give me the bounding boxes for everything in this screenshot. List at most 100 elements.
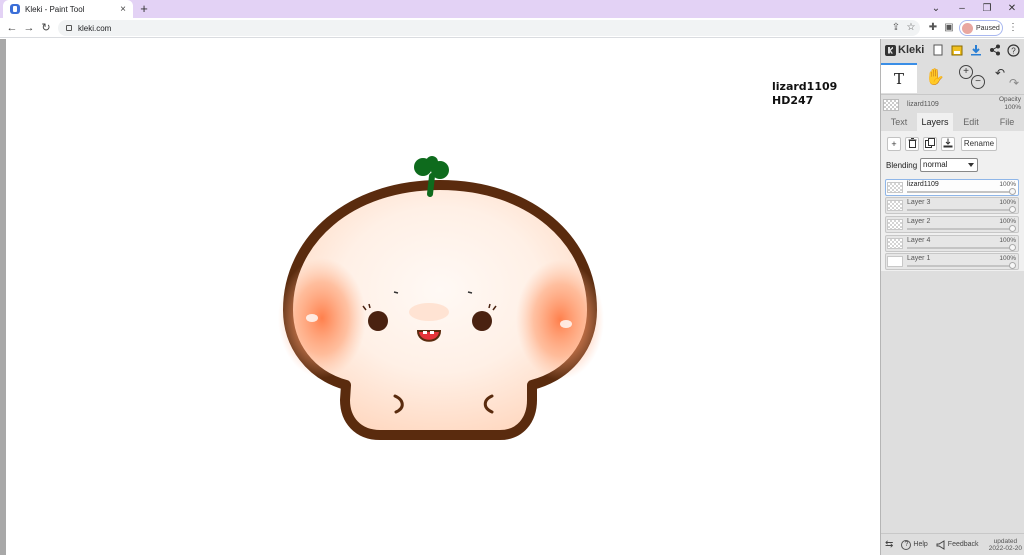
reload-button[interactable]: ↻ — [38, 20, 54, 36]
layer-item[interactable]: Layer 2 100% — [885, 216, 1019, 233]
layer-item[interactable]: Layer 4 100% — [885, 235, 1019, 252]
layer-name: Layer 4 — [907, 237, 931, 244]
delete-layer-button[interactable] — [905, 137, 919, 151]
svg-text:?: ? — [1011, 46, 1016, 55]
layer-opacity: 100% — [999, 255, 1016, 262]
swap-panel-side-icon[interactable]: ⇆ — [885, 539, 893, 550]
eye-left — [368, 311, 388, 331]
zoom-out-icon[interactable]: − — [971, 75, 985, 89]
layer-thumbnail — [887, 238, 903, 249]
updated-label: updated — [993, 537, 1018, 545]
tab-search-icon[interactable]: ⌄ — [927, 1, 945, 17]
signature-line-1: lizard1109 — [772, 80, 838, 93]
opacity-label: Opacity — [998, 96, 1021, 103]
blush-right — [516, 260, 604, 380]
new-image-icon[interactable] — [930, 42, 945, 58]
blending-select[interactable]: normal — [920, 158, 978, 172]
tab-close-icon[interactable]: × — [117, 4, 129, 15]
feedback-link[interactable]: Feedback — [936, 539, 979, 550]
layer-name: lizard1109 — [907, 181, 939, 188]
signature-line-2: HD247 — [772, 94, 814, 107]
kleki-logo[interactable]: Kleki — [885, 44, 930, 56]
blush-left — [278, 258, 366, 378]
redo-icon[interactable]: ↷ — [1007, 76, 1021, 90]
kleki-logo-icon — [885, 44, 896, 56]
forward-button[interactable]: → — [21, 20, 37, 36]
eye-right — [472, 311, 492, 331]
mouth — [416, 330, 442, 342]
duplicate-layer-button[interactable] — [923, 137, 937, 151]
layer-opacity-slider[interactable] — [907, 228, 1012, 230]
duplicate-icon — [925, 138, 935, 148]
lock-icon — [66, 25, 72, 31]
mochi-drawing — [278, 156, 604, 440]
tab-layers[interactable]: Layers — [917, 113, 953, 131]
address-bar[interactable]: kleki.com — [58, 20, 920, 36]
layer-item[interactable]: Layer 3 100% — [885, 197, 1019, 214]
tab-edit[interactable]: Edit — [953, 113, 989, 131]
layer-thumbnail — [887, 256, 903, 267]
back-button[interactable]: ← — [4, 20, 20, 36]
side-panel-icon[interactable]: ▣ — [941, 20, 957, 36]
browser-menu-icon[interactable]: ⋮ — [1005, 20, 1021, 36]
kleki-favicon-icon — [10, 4, 20, 14]
help-icon[interactable]: ? — [1006, 42, 1021, 58]
layer-opacity-handle[interactable] — [1009, 262, 1016, 269]
layer-name: Layer 3 — [907, 199, 931, 206]
close-window-button[interactable]: ✕ — [1003, 1, 1021, 17]
layer-opacity-slider[interactable] — [907, 265, 1012, 267]
text-tool-button[interactable]: T — [881, 63, 917, 93]
tool-row: T ✋ + − ↶ ↷ — [881, 61, 1024, 95]
layer-opacity-slider[interactable] — [907, 247, 1012, 249]
canvas-signature: lizard1109 HD247 — [772, 80, 837, 108]
layer-opacity: 100% — [999, 237, 1016, 244]
layer-opacity-slider[interactable] — [907, 209, 1012, 211]
layer-item[interactable]: Layer 1 100% — [885, 253, 1019, 270]
hand-tool-icon[interactable]: ✋ — [923, 65, 947, 91]
add-layer-button[interactable]: + — [887, 137, 901, 151]
layer-name: Layer 2 — [907, 218, 931, 225]
download-icon[interactable] — [968, 42, 983, 58]
sprout — [427, 173, 435, 197]
browser-tab-strip: Kleki - Paint Tool × + ⌄ – ❐ ✕ — [0, 0, 1024, 18]
trash-icon — [908, 138, 916, 148]
layer-opacity-handle[interactable] — [1009, 206, 1016, 213]
share-icon[interactable] — [987, 42, 1002, 58]
current-layer-header: lizard1109 Opacity 100% — [881, 95, 1024, 115]
restore-button[interactable]: ❐ — [978, 1, 996, 17]
merge-layer-button[interactable] — [941, 137, 955, 151]
layer-opacity-handle[interactable] — [1009, 225, 1016, 232]
merge-down-icon — [943, 138, 953, 148]
save-icon[interactable] — [949, 42, 964, 58]
profile-status: Paused — [976, 24, 1000, 32]
tab-text[interactable]: Text — [881, 113, 917, 131]
layer-thumbnail — [887, 219, 903, 230]
extensions-icon[interactable]: ✚ — [925, 20, 941, 36]
layer-thumbnail — [887, 182, 903, 193]
share-page-icon[interactable]: ⇪ — [888, 20, 904, 36]
layer-item[interactable]: lizard1109 100% — [885, 179, 1019, 196]
browser-tab[interactable]: Kleki - Paint Tool × — [3, 0, 133, 18]
rename-layer-button[interactable]: Rename — [961, 137, 997, 151]
current-layer-opacity[interactable]: Opacity 100% — [999, 96, 1021, 112]
layer-opacity-slider[interactable] — [907, 191, 1012, 193]
updated-info: updated 2022-02-20 — [989, 538, 1022, 552]
undo-icon[interactable]: ↶ — [993, 66, 1007, 80]
zoom-in-icon[interactable]: + — [959, 65, 973, 79]
tab-file[interactable]: File — [989, 113, 1024, 131]
profile-button[interactable]: Paused — [959, 20, 1003, 36]
layer-opacity-handle[interactable] — [1009, 244, 1016, 251]
feedback-megaphone-icon — [936, 539, 945, 550]
bookmark-star-icon[interactable]: ☆ — [903, 20, 919, 36]
layer-opacity-handle[interactable] — [1009, 188, 1016, 195]
panel-footer: ⇆ ? Help Feedback updated 2022-02-20 — [881, 533, 1024, 555]
new-tab-button[interactable]: + — [137, 1, 151, 17]
feedback-label: Feedback — [947, 541, 979, 548]
updated-date: 2022-02-20 — [988, 544, 1022, 552]
blending-label: Blending — [886, 161, 918, 170]
minimize-button[interactable]: – — [953, 1, 971, 17]
kleki-logo-text: Kleki — [898, 44, 925, 56]
text-tool-label: T — [893, 70, 904, 88]
help-link[interactable]: ? Help — [901, 539, 928, 550]
current-layer-thumbnail — [883, 99, 899, 111]
